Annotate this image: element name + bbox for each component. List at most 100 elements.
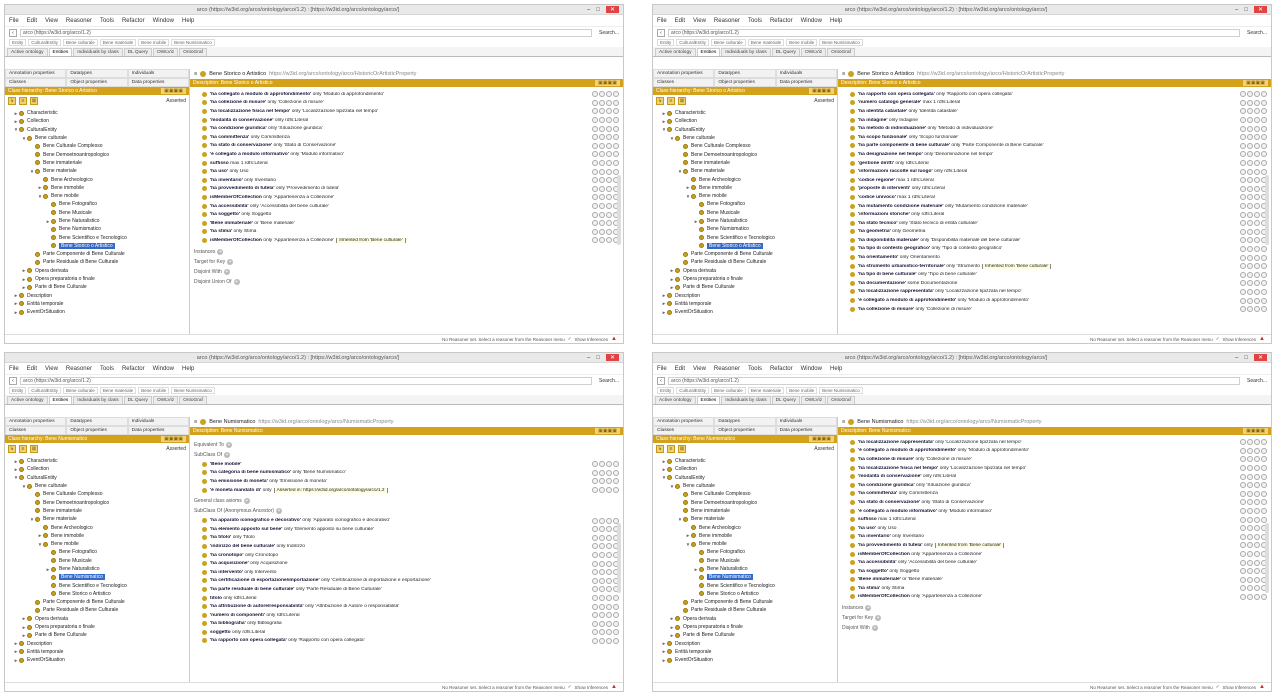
subtab[interactable]: Classes xyxy=(653,426,715,435)
tree-node[interactable]: ► EventOrSituation xyxy=(5,308,189,316)
tree-node[interactable]: ► Opera derivata xyxy=(653,267,837,275)
annotate-icon[interactable] xyxy=(592,478,598,485)
explain-icon[interactable] xyxy=(1247,490,1253,497)
subtab[interactable]: Object properties xyxy=(66,426,128,435)
tab-ontograf[interactable]: OntoGraf xyxy=(179,48,207,56)
view-options-icon[interactable]: ▣▣▣▣ xyxy=(161,436,186,442)
annotate-icon[interactable] xyxy=(1240,542,1246,549)
annotate-icon[interactable] xyxy=(592,194,598,201)
axiom-row[interactable]: 'proposte di interventi' only rdfs:Liter… xyxy=(842,185,1267,194)
explain-icon[interactable] xyxy=(599,569,605,576)
add-icon[interactable]: + xyxy=(224,452,231,458)
annotate-icon[interactable] xyxy=(1240,194,1246,201)
breadcrumb-item[interactable]: Entity xyxy=(9,39,27,46)
axiom-row[interactable]: 'ha intervento' only Intervento xyxy=(194,568,619,577)
explain-icon[interactable] xyxy=(599,595,605,602)
annotate-icon[interactable] xyxy=(1240,551,1246,558)
menu-item[interactable]: Tools xyxy=(100,366,114,372)
delete-icon[interactable] xyxy=(606,577,612,584)
add-icon[interactable]: + xyxy=(243,498,250,505)
explain-icon[interactable] xyxy=(1247,499,1253,506)
annotate-icon[interactable] xyxy=(1240,254,1246,261)
tree-node[interactable]: ► Opera preparatoria o finale xyxy=(653,275,837,283)
ontology-iri-field[interactable]: arco (https://w3id.org/arco/1.2) xyxy=(668,28,1240,37)
delete-class-icon[interactable]: ⊠ xyxy=(30,97,38,105)
tree-node[interactable]: Parte Residuale di Bene Culturale xyxy=(5,606,189,614)
scrollbar[interactable] xyxy=(1265,175,1269,245)
add-subclass-icon[interactable]: ↳ xyxy=(8,445,16,453)
axiom-row[interactable]: 'ha committenza' only Committenza xyxy=(194,133,619,142)
tree-node[interactable]: ▼ CulturalEntity xyxy=(653,474,837,482)
delete-icon[interactable] xyxy=(1254,134,1260,141)
annotate-icon[interactable] xyxy=(1240,447,1246,454)
explain-icon[interactable] xyxy=(1247,508,1253,515)
delete-icon[interactable] xyxy=(1254,593,1260,600)
annotate-icon[interactable] xyxy=(592,586,598,593)
add-icon[interactable]: + xyxy=(233,278,240,285)
axiom-row[interactable]: 'ha bibliografia' only Bibliografia xyxy=(194,620,619,629)
maximize-icon[interactable]: □ xyxy=(1244,355,1248,361)
subtab[interactable]: Annotation properties xyxy=(653,417,715,426)
annotate-icon[interactable] xyxy=(1240,211,1246,218)
axiom-row[interactable]: 'ha accessibilità' only 'Accessibilità d… xyxy=(842,558,1267,567)
delete-icon[interactable] xyxy=(1254,151,1260,158)
annotate-icon[interactable] xyxy=(592,168,598,175)
annotate-icon[interactable] xyxy=(592,560,598,567)
edit-icon[interactable] xyxy=(613,151,619,158)
tab-entities[interactable]: Entities xyxy=(48,48,73,56)
asserted-dropdown[interactable]: Asserted xyxy=(814,446,834,452)
tree-node[interactable]: ► Bene immobile xyxy=(653,184,837,192)
tab-owlviz[interactable]: OWLViz xyxy=(152,48,179,56)
annotate-icon[interactable] xyxy=(1240,306,1246,313)
tree-node[interactable]: ► Opera preparatoria o finale xyxy=(5,275,189,283)
menu-item[interactable]: Help xyxy=(182,366,194,372)
edit-icon[interactable] xyxy=(1261,593,1267,600)
annotate-icon[interactable] xyxy=(1240,456,1246,463)
annotate-icon[interactable] xyxy=(592,117,598,124)
explain-icon[interactable] xyxy=(599,603,605,610)
annotate-icon[interactable] xyxy=(592,487,598,494)
delete-icon[interactable] xyxy=(606,177,612,184)
axiom-row[interactable]: isMemberOfCollection only 'Appartenenza … xyxy=(194,236,619,245)
delete-icon[interactable] xyxy=(606,517,612,524)
axiom-row[interactable]: 'ha rapporto con opera collegata' only '… xyxy=(842,90,1267,99)
axiom-row[interactable]: 'ha metodo di individuazione' only 'Meto… xyxy=(842,124,1267,133)
search-button[interactable]: Search... xyxy=(1247,378,1267,384)
tree-node[interactable]: ▼ Bene culturale xyxy=(5,134,189,142)
delete-icon[interactable] xyxy=(1254,447,1260,454)
tree-node[interactable]: ► Parte di Bene Culturale xyxy=(653,631,837,639)
explain-icon[interactable] xyxy=(599,620,605,627)
subtab[interactable]: Annotation properties xyxy=(653,69,715,78)
add-icon[interactable]: + xyxy=(871,625,878,632)
tree-node[interactable]: ▼ CulturalEntity xyxy=(5,474,189,482)
annotate-icon[interactable] xyxy=(1240,585,1246,592)
explain-icon[interactable] xyxy=(599,151,605,158)
back-icon[interactable]: ‹ xyxy=(9,28,17,37)
delete-icon[interactable] xyxy=(606,117,612,124)
asserted-dropdown[interactable]: Asserted xyxy=(814,98,834,104)
tree-node[interactable]: ► Bene Naturalistico xyxy=(653,217,837,225)
tree-node[interactable]: Bene Storico o Artistico xyxy=(653,590,837,598)
tab-dl-query[interactable]: DL Query xyxy=(771,396,800,404)
edit-icon[interactable] xyxy=(1261,508,1267,515)
tree-node[interactable]: ► Entità temporale xyxy=(653,648,837,656)
tree-node[interactable]: ► EventOrSituation xyxy=(5,656,189,664)
edit-icon[interactable] xyxy=(613,487,619,494)
add-icon[interactable]: + xyxy=(875,615,882,622)
axiom-row[interactable]: 'ha mutamento condizione materiale' only… xyxy=(842,202,1267,211)
menu-item[interactable]: Edit xyxy=(675,18,685,24)
annotate-icon[interactable] xyxy=(592,108,598,115)
annotate-icon[interactable] xyxy=(592,517,598,524)
axiom-row[interactable]: 'ha apparato iconografico e decorativo' … xyxy=(194,516,619,525)
tab-ontograf[interactable]: OntoGraf xyxy=(179,396,207,404)
tab-individuals-by-class[interactable]: Individuals by class xyxy=(73,396,123,404)
breadcrumb-item[interactable]: Bene mobile xyxy=(138,39,170,46)
breadcrumb-item[interactable]: Bene Numismatico xyxy=(819,39,863,46)
edit-icon[interactable] xyxy=(1261,125,1267,132)
axiom-row[interactable]: 'ha stima' only Stima xyxy=(842,584,1267,593)
explain-icon[interactable] xyxy=(599,534,605,541)
explain-icon[interactable] xyxy=(1247,245,1253,252)
delete-icon[interactable] xyxy=(1254,168,1260,175)
menu-item[interactable]: Reasoner xyxy=(66,366,92,372)
view-options-icon[interactable]: ▣▣▣▣ xyxy=(809,88,834,94)
